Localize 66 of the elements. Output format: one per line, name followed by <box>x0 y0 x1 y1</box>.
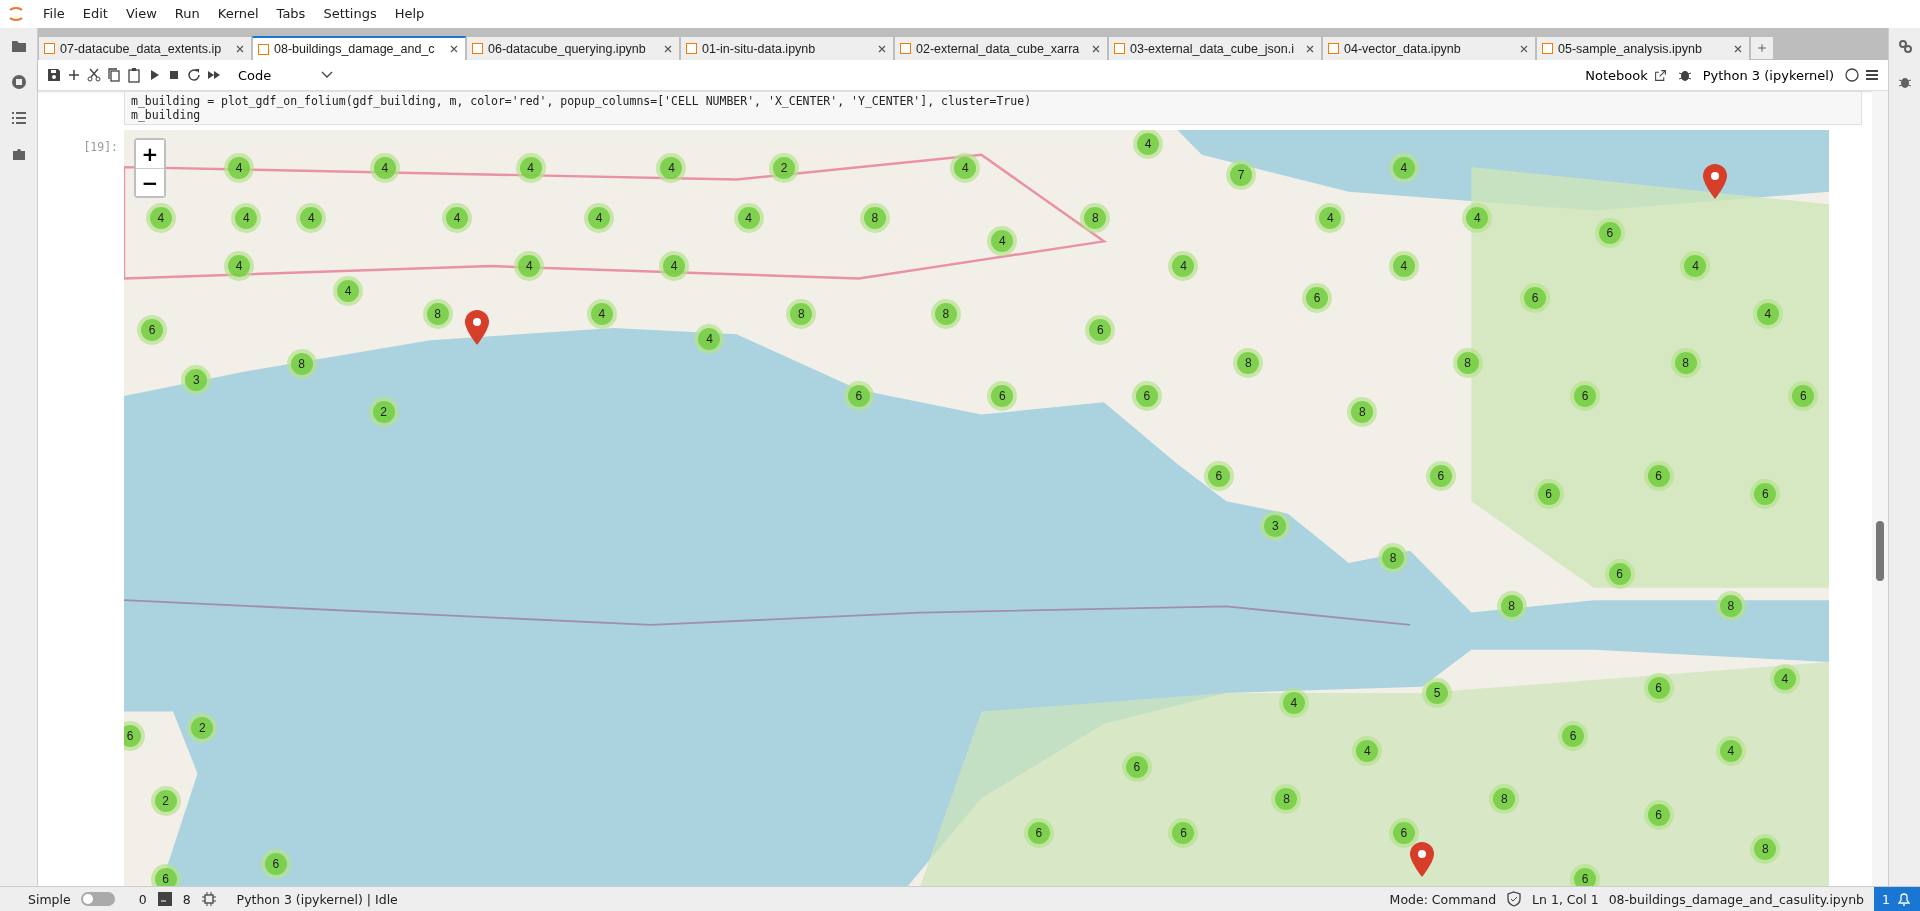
stop-circle-icon[interactable] <box>10 74 27 90</box>
notebook-icon <box>44 43 55 54</box>
notebook-icon <box>1114 43 1125 54</box>
scrollbar[interactable] <box>1872 91 1888 886</box>
plus-icon <box>1757 42 1767 54</box>
clipboard-icon[interactable] <box>126 67 142 83</box>
notebook-icon <box>472 43 483 54</box>
chevron-icon <box>321 71 334 79</box>
notebook-button[interactable]: Notebook <box>1579 66 1673 84</box>
code-line: m_building <box>131 108 201 122</box>
kernel-status[interactable]: Python 3 (ipykernel) | Idle <box>236 891 398 907</box>
notifications-button[interactable]: 1 <box>1874 886 1920 911</box>
zoom-out-button[interactable]: − <box>136 168 164 196</box>
notebook-icon <box>686 43 697 54</box>
cursor-position[interactable]: Ln 1, Col 1 <box>1532 891 1599 907</box>
restart-icon[interactable] <box>186 67 202 83</box>
menu-item[interactable]: Kernel <box>208 0 268 28</box>
menu-item[interactable]: Settings <box>314 0 386 28</box>
menu-item[interactable]: Edit <box>73 0 117 28</box>
external-link-icon <box>1653 68 1667 82</box>
simple-mode-toggle[interactable] <box>80 892 115 906</box>
kernel-count: 8 <box>182 891 191 907</box>
notebook-tab[interactable]: 07-datacube_data_extents.ip <box>38 36 252 60</box>
notebook-tab[interactable]: 01-in-situ-data.ipynb <box>680 36 894 60</box>
chip-icon <box>200 891 217 907</box>
file-name: 08-buildings_damage_and_casulity.ipynb <box>1608 891 1865 907</box>
app-logo <box>8 5 24 23</box>
code-line: m_building = plot_gdf_on_folium(gdf_building, m, color='red', popup_columns=['CELL NUMBER', 'X_CENTER', 'Y_CENTER'], cluster=True) <box>131 94 1032 108</box>
copy-icon[interactable] <box>106 67 122 83</box>
list-icon[interactable] <box>10 110 27 126</box>
scissors-icon[interactable] <box>86 67 102 83</box>
notebook-icon <box>1328 43 1339 54</box>
notebook-tab[interactable]: 05-sample_analysis.ipynb <box>1536 36 1750 60</box>
map-pin-icon[interactable] <box>1409 842 1436 879</box>
code-cell[interactable]: m_building = plot_gdf_on_folium(gdf_building, m, color='red', popup_columns=['CELL NUMBER', 'X_CENTER', 'Y_CENTER'], cluster=True) m_building <box>124 91 1862 125</box>
menu-icon[interactable] <box>1864 67 1880 83</box>
notebook-tab[interactable]: 04-vector_data.ipynb <box>1322 36 1536 60</box>
map-pin-icon[interactable] <box>1702 164 1729 201</box>
mode-label: Simple <box>28 891 71 907</box>
cell-type-dropdown[interactable]: Code <box>232 67 340 83</box>
menu-item[interactable]: File <box>34 0 74 28</box>
gears-icon[interactable] <box>1896 38 1913 54</box>
terminal-icon <box>156 891 173 907</box>
map-pin-icon[interactable] <box>463 310 490 346</box>
kernel-idle-icon <box>1844 67 1860 83</box>
notebook-tab[interactable]: 03-external_data_cube_json.i <box>1108 36 1322 60</box>
notebook-tab[interactable]: 06-datacube_querying.ipynb <box>466 36 680 60</box>
menu-item[interactable]: Tabs <box>267 0 315 28</box>
menu-item[interactable]: View <box>116 0 166 28</box>
notebook-tab[interactable]: 02-external_data_cube_xarra <box>894 36 1108 60</box>
menu-item[interactable]: Run <box>165 0 209 28</box>
notebook-tab[interactable]: 08-buildings_damage_and_c <box>252 36 466 60</box>
close-icon[interactable] <box>448 43 460 55</box>
notebook-icon <box>1542 43 1553 54</box>
shield-icon[interactable] <box>1506 891 1523 907</box>
menu-item[interactable]: Help <box>385 0 434 28</box>
output-prompt: [19]: <box>83 140 118 154</box>
plus-icon[interactable] <box>66 67 82 83</box>
notebook-icon <box>900 43 911 54</box>
bell-icon <box>1896 891 1912 907</box>
kernel-name[interactable]: Python 3 (ipykernel) <box>1696 66 1840 84</box>
folder-icon[interactable] <box>10 38 27 54</box>
terminal-count: 0 <box>138 891 147 907</box>
save-icon[interactable] <box>46 67 62 83</box>
editor-mode: Mode: Command <box>1389 891 1497 907</box>
notebook-icon <box>258 43 269 55</box>
